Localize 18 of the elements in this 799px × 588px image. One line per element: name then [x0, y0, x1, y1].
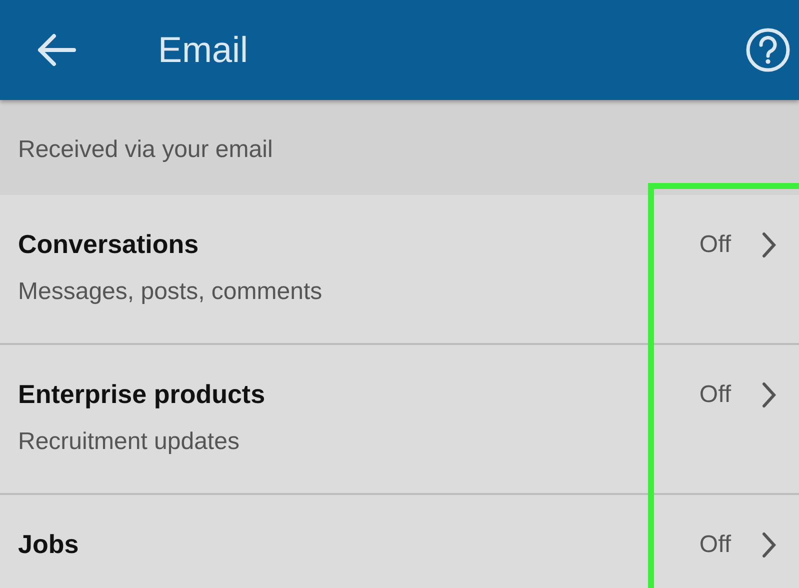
row-title: Enterprise products: [18, 379, 266, 410]
help-icon[interactable]: [745, 27, 791, 73]
back-arrow-icon[interactable]: [36, 33, 76, 67]
chevron-icon: [761, 231, 777, 259]
row-subtitle: Messages, posts, comments: [18, 278, 324, 306]
chevron-icon: [761, 531, 777, 559]
row-value: Off: [699, 381, 731, 409]
settings-row[interactable]: Conversations Messages, posts, comments Off: [0, 195, 799, 345]
settings-row[interactable]: Jobs Off: [0, 495, 799, 588]
row-title: Jobs: [18, 529, 80, 560]
row-subtitle: Recruitment updates: [18, 428, 240, 456]
chevron-icon: [761, 381, 777, 409]
section-header: Received via your email: [18, 136, 273, 164]
row-value: Off: [699, 231, 731, 259]
row-title: Conversations: [18, 229, 200, 260]
row-value: Off: [699, 531, 731, 559]
screen-title: Email: [158, 29, 250, 71]
settings-row[interactable]: Enterprise products Recruitment updates Off: [0, 345, 799, 495]
